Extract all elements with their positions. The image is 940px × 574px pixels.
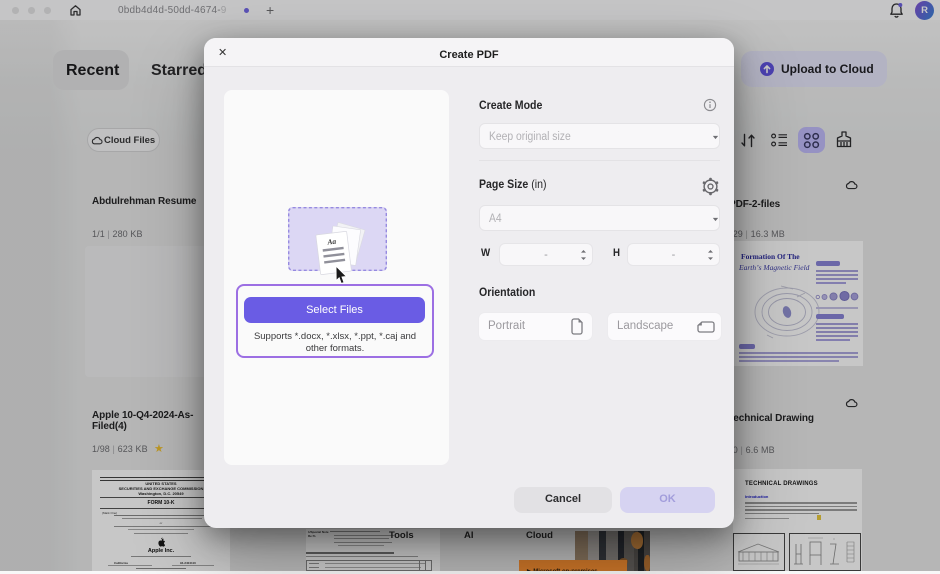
svg-text:Aa: Aa — [326, 237, 337, 247]
